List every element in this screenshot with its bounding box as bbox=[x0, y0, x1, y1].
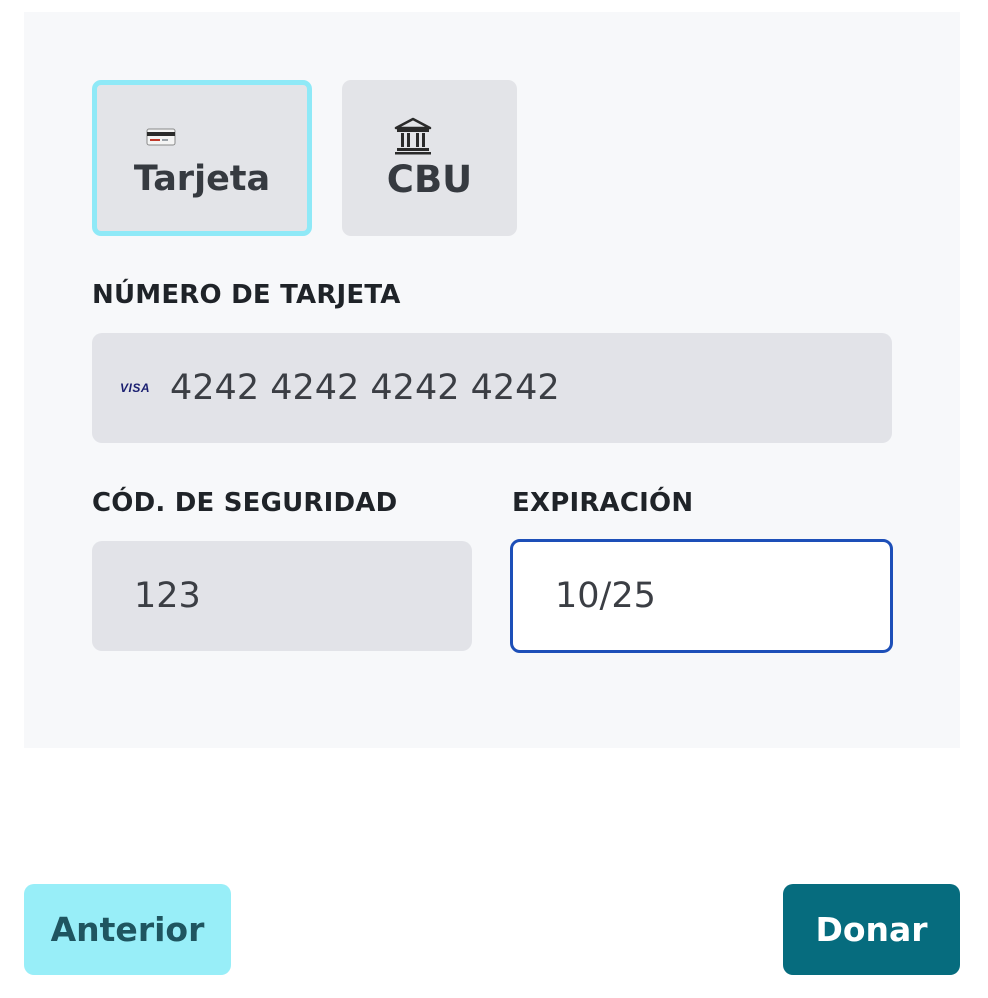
security-code-input[interactable]: 123 bbox=[92, 541, 472, 651]
card-number-input[interactable]: VISA 4242 4242 4242 4242 bbox=[92, 333, 892, 443]
payment-method-card[interactable]: Tarjeta bbox=[92, 80, 312, 236]
payment-method-cbu-label: CBU bbox=[386, 157, 473, 201]
credit-card-icon bbox=[141, 117, 181, 157]
donate-button[interactable]: Donar bbox=[783, 884, 960, 975]
expiration-value: 10/25 bbox=[555, 576, 656, 616]
previous-button[interactable]: Anterior bbox=[24, 884, 231, 975]
security-code-label: CÓD. DE SEGURIDAD bbox=[92, 488, 398, 518]
payment-method-cbu[interactable]: CBU bbox=[342, 80, 517, 236]
card-number-label: NÚMERO DE TARJETA bbox=[92, 280, 401, 310]
payment-method-card-label: Tarjeta bbox=[133, 159, 271, 199]
card-number-value: 4242 4242 4242 4242 bbox=[170, 368, 560, 408]
visa-icon: VISA bbox=[120, 381, 151, 395]
security-code-value: 123 bbox=[134, 576, 201, 616]
expiration-label: EXPIRACIÓN bbox=[512, 488, 694, 518]
expiration-input[interactable]: 10/25 bbox=[510, 539, 893, 653]
bank-icon bbox=[393, 116, 433, 156]
